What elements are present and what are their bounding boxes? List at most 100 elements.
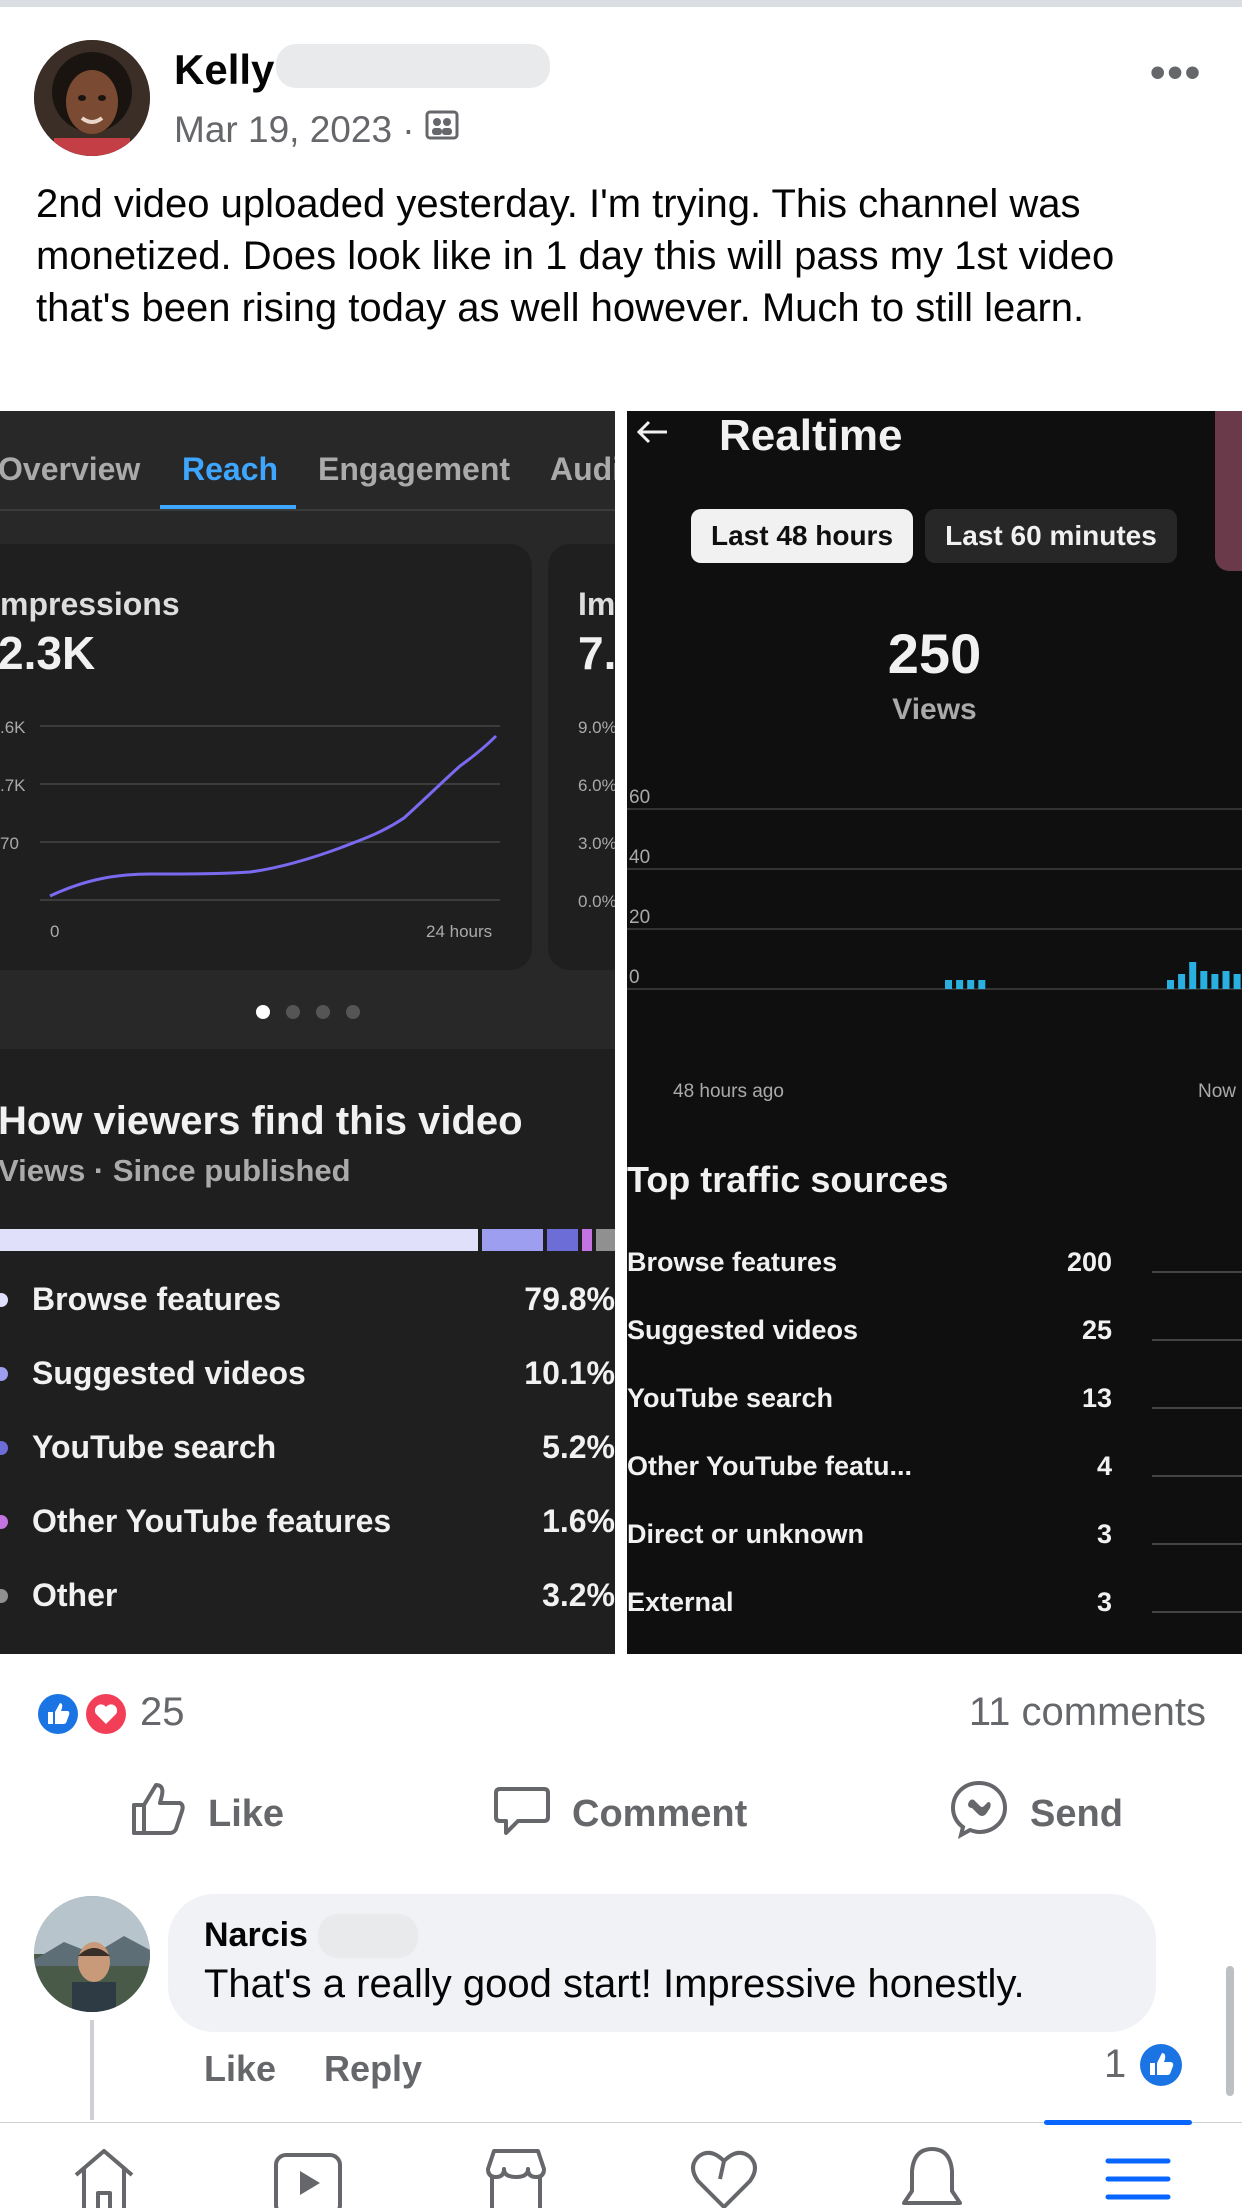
- comment-reply-button[interactable]: Reply: [324, 2048, 422, 2090]
- source-name: YouTube search: [32, 1429, 277, 1465]
- realtime-bar: [1189, 962, 1197, 989]
- post-text: 2nd video uploaded yesterday. I'm trying…: [36, 182, 1115, 330]
- source-name: Browse features: [32, 1281, 281, 1317]
- ctr-value: 7.: [578, 627, 615, 679]
- y-tick: .7K: [0, 776, 26, 795]
- views-label: Views: [892, 693, 977, 726]
- source-row: Suggested videos 10.1%: [0, 1351, 615, 1401]
- realtime-bar: [956, 980, 964, 989]
- menu-icon[interactable]: [1098, 2141, 1178, 2208]
- x-end: Now: [1198, 1081, 1237, 1102]
- realtime-bar: [945, 980, 952, 989]
- sparkline: [1152, 1271, 1242, 1273]
- author-avatar[interactable]: [34, 40, 150, 156]
- traffic-source-name: YouTube search: [627, 1383, 834, 1413]
- section-title: Top traffic sources: [627, 1159, 949, 1200]
- traffic-source-views: 3: [1096, 1587, 1112, 1617]
- traffic-source-name: External: [627, 1587, 734, 1617]
- y-tick: 9.0%: [578, 718, 615, 737]
- realtime-bar: [1167, 980, 1174, 989]
- tab-reach: Reach: [182, 451, 279, 487]
- traffic-source-row: External 3: [627, 1581, 1242, 1631]
- impressions-line-chart: [40, 725, 500, 901]
- pill-last-60-minutes: Last 60 minutes: [925, 509, 1177, 563]
- nav-active-indicator: [1044, 2120, 1192, 2125]
- carousel-dots: [256, 1005, 360, 1019]
- traffic-source-views: 200: [1066, 1247, 1112, 1277]
- tab-engagement: Engagement: [318, 451, 511, 487]
- comment-like-count[interactable]: 1: [1104, 2042, 1126, 2087]
- youtube-realtime-screenshot[interactable]: Realtime Last 48 hours Last 60 minutes 2…: [627, 411, 1242, 1654]
- impressions-value: 2.3K: [0, 627, 96, 679]
- reaction-icons[interactable]: [34, 1690, 130, 1738]
- ctr-label: Im: [578, 586, 615, 622]
- send-button[interactable]: Send: [948, 1780, 1123, 1848]
- source-segment: [546, 1229, 578, 1251]
- y-tick-label: 20: [629, 907, 650, 928]
- messenger-icon: [948, 1778, 1010, 1850]
- realtime-bar: [1222, 971, 1230, 989]
- back-arrow-icon: [633, 417, 673, 452]
- author-name[interactable]: Kelly: [174, 46, 274, 94]
- sparkline: [1152, 1475, 1242, 1477]
- source-row: YouTube search 5.2%: [0, 1425, 615, 1475]
- source-dot: [0, 1293, 8, 1307]
- dot: [346, 1005, 360, 1019]
- realtime-bar-chart: 60 40 20 0: [627, 787, 1242, 990]
- post-date[interactable]: Mar 19, 2023 ·: [174, 109, 415, 151]
- section-subtitle: Views · Since published: [0, 1153, 351, 1188]
- source-segment: [0, 1229, 479, 1251]
- realtime-bar: [978, 980, 986, 989]
- source-dot: [0, 1515, 8, 1529]
- x-end: 24 hours: [426, 922, 493, 941]
- source-name: Other YouTube features: [32, 1503, 392, 1539]
- comment-button[interactable]: Comment: [492, 1780, 747, 1848]
- friends-icon: [425, 108, 459, 151]
- send-label: Send: [1030, 1792, 1123, 1835]
- traffic-source-views: 25: [1081, 1315, 1112, 1345]
- like-button[interactable]: Like: [128, 1780, 284, 1848]
- comment-count[interactable]: 11 comments: [969, 1690, 1206, 1735]
- impressions-label: mpressions: [0, 586, 180, 622]
- comment-icon: [492, 1779, 552, 1849]
- marketplace-icon[interactable]: [476, 2141, 556, 2208]
- scrollbar[interactable]: [1226, 1966, 1234, 2096]
- notifications-icon[interactable]: [892, 2141, 972, 2208]
- dot: [316, 1005, 330, 1019]
- y-tick: 0.0%: [578, 892, 615, 911]
- source-dot: [0, 1441, 8, 1455]
- redacted-name: [318, 1914, 418, 1958]
- thread-line: [90, 2020, 94, 2120]
- traffic-section: How viewers find this video Views · Sinc…: [0, 1049, 615, 1654]
- bottom-nav: [0, 2122, 1242, 2208]
- more-options-icon[interactable]: •••: [1150, 48, 1202, 98]
- source-row: Other 3.2%: [0, 1573, 615, 1623]
- realtime-bar: [1200, 971, 1208, 989]
- traffic-source-name: Suggested videos: [627, 1315, 859, 1345]
- traffic-source-row: Suggested videos 25: [627, 1309, 1242, 1359]
- home-icon[interactable]: [64, 2141, 144, 2208]
- traffic-source-name: Other YouTube featu...: [627, 1451, 913, 1481]
- pill-last-48-hours: Last 48 hours: [691, 509, 913, 563]
- dating-icon[interactable]: [684, 2141, 764, 2208]
- tab-overview: Overview: [0, 451, 141, 487]
- commenter-avatar[interactable]: [34, 1896, 150, 2012]
- traffic-source-views: 4: [1096, 1451, 1112, 1481]
- sparkline: [1152, 1611, 1242, 1613]
- source-segment: [581, 1229, 592, 1251]
- realtime-bar: [1178, 974, 1186, 989]
- video-icon[interactable]: [268, 2141, 348, 2208]
- source-pct: 1.6%: [542, 1503, 615, 1539]
- comment-like-button[interactable]: Like: [204, 2048, 276, 2090]
- sparkline: [1152, 1543, 1242, 1545]
- thumbs-up-icon: [128, 1779, 188, 1849]
- source-row: Other YouTube features 1.6%: [0, 1499, 615, 1549]
- youtube-reach-screenshot[interactable]: Overview Reach Engagement Audi mpression…: [0, 411, 615, 1654]
- source-stacked-bar: [0, 1229, 615, 1251]
- y-tick: .6K: [0, 718, 26, 737]
- top-divider: [0, 0, 1242, 7]
- reaction-count[interactable]: 25: [140, 1690, 185, 1735]
- commenter-name[interactable]: Narcis: [204, 1916, 308, 1955]
- source-segment: [482, 1229, 543, 1251]
- traffic-source-row: Direct or unknown 3: [627, 1513, 1242, 1563]
